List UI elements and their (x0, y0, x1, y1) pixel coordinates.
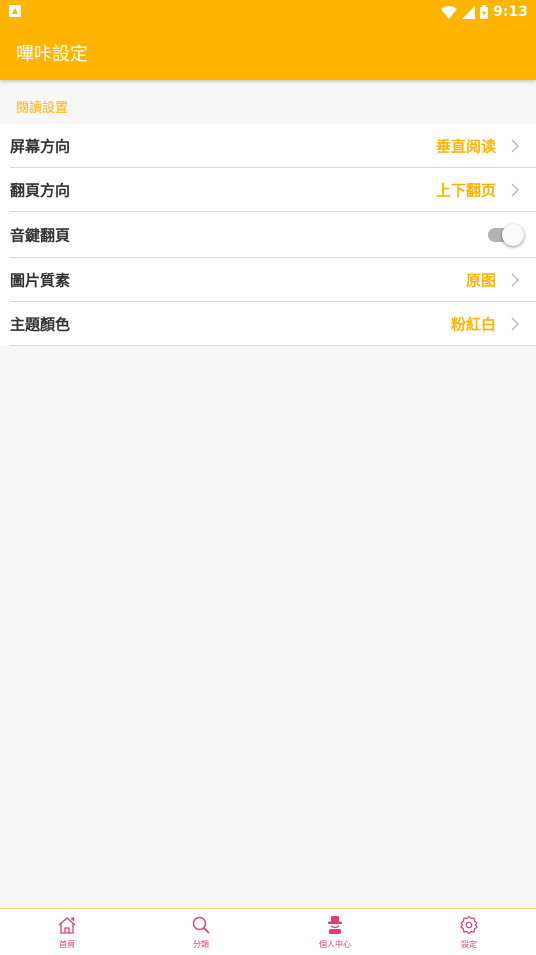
setting-value: 粉紅白 (450, 315, 496, 333)
volume-key-toggle[interactable] (486, 223, 524, 247)
settings-list: 屏幕方向 垂直阅读 翻頁方向 上下翻页 音鍵翻頁 圖片質素 原图 主題顏色 粉紅… (0, 124, 536, 346)
setting-value: 上下翻页 (435, 181, 496, 199)
status-bar: 9:13 (0, 0, 536, 24)
setting-label: 圖片質素 (10, 271, 71, 289)
profile-icon (328, 916, 342, 934)
section-title: 閱讀設置 (16, 101, 69, 116)
setting-label: 屏幕方向 (10, 137, 71, 155)
tab-label: 首頁 (59, 940, 75, 949)
battery-icon (480, 5, 489, 19)
setting-theme-color[interactable]: 主題顏色 粉紅白 (10, 302, 536, 346)
home-icon (58, 917, 76, 934)
search-icon (192, 916, 210, 934)
setting-image-quality[interactable]: 圖片質素 原图 (10, 258, 536, 302)
setting-label: 音鍵翻頁 (10, 226, 71, 244)
app-bar: 嗶咔設定 (0, 24, 536, 80)
page-title: 嗶咔設定 (16, 44, 88, 65)
tab-label: 分類 (193, 940, 209, 949)
chevron-right-icon (511, 182, 520, 197)
bottom-tab-bar: 首頁 分類 個人中心 設定 (0, 908, 536, 955)
status-time: 9:13 (493, 4, 528, 20)
section-header: 閱讀設置 (0, 82, 536, 125)
wifi-icon (441, 5, 458, 19)
setting-page-direction[interactable]: 翻頁方向 上下翻页 (10, 168, 536, 212)
setting-value: 原图 (465, 271, 496, 289)
tab-label: 設定 (461, 940, 477, 949)
tab-home[interactable]: 首頁 (0, 909, 134, 955)
notification-icon (9, 5, 21, 17)
tab-category[interactable]: 分類 (134, 909, 268, 955)
setting-screen-orientation[interactable]: 屏幕方向 垂直阅读 (10, 124, 536, 168)
chevron-right-icon (511, 316, 520, 331)
chevron-right-icon (511, 138, 520, 153)
toggle-thumb (502, 223, 524, 246)
chevron-right-icon (511, 272, 520, 287)
setting-label: 主題顏色 (10, 315, 71, 333)
tab-settings[interactable]: 設定 (402, 909, 536, 955)
signal-icon (462, 5, 476, 19)
tab-profile[interactable]: 個人中心 (268, 909, 402, 955)
setting-value: 垂直阅读 (435, 137, 496, 155)
gear-icon (460, 915, 478, 935)
tab-label: 個人中心 (319, 940, 351, 949)
setting-volume-key-paging[interactable]: 音鍵翻頁 (10, 212, 536, 258)
setting-label: 翻頁方向 (10, 181, 71, 199)
